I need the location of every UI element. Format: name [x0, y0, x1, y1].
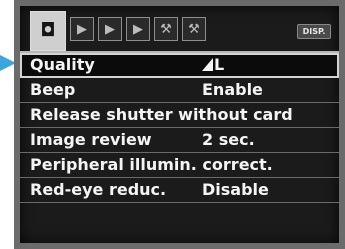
tab-shooting[interactable]: ◘ — [30, 11, 66, 51]
menu-tab-bar: ◘ ▶ ▶ ▶ ⚒ ⚒ — [30, 11, 330, 51]
menu-item-label: Beep — [30, 80, 76, 99]
menu-item-value: Disable — [202, 180, 269, 199]
play-2-icon: ▶ — [105, 21, 115, 37]
menu-list: Quality L Beep Enable Release shutter wi… — [20, 51, 339, 203]
menu-item-quality[interactable]: Quality L — [20, 53, 339, 78]
play-3-icon: ▶ — [133, 21, 143, 37]
tab-playback-2[interactable]: ▶ — [98, 17, 122, 41]
tool-2-icon: ⚒ — [188, 21, 200, 37]
camera-icon: ◘ — [40, 20, 56, 41]
menu-item-peripheral-illumin-correct[interactable]: Peripheral illumin. correct. — [20, 153, 339, 178]
tab-playback-1[interactable]: ▶ — [70, 17, 94, 41]
menu-item-value: Enable — [202, 80, 263, 99]
menu-item-label: Image review — [30, 130, 152, 149]
menu-item-label: Red-eye reduc. — [30, 180, 167, 199]
tool-icon: ⚒ — [160, 21, 172, 37]
menu-item-image-review[interactable]: Image review 2 sec. — [20, 128, 339, 153]
menu-item-label: Peripheral illumin. correct. — [30, 155, 273, 174]
tab-playback-3[interactable]: ▶ — [126, 17, 150, 41]
menu-item-value: L — [202, 53, 224, 77]
disp-button[interactable]: DISP. — [297, 24, 331, 39]
menu-item-red-eye-reduc[interactable]: Red-eye reduc. Disable — [20, 178, 339, 203]
menu-item-beep[interactable]: Beep Enable — [20, 78, 339, 103]
menu-item-label: Quality — [30, 55, 95, 74]
quality-fine-icon — [202, 58, 213, 71]
quality-size-value: L — [214, 55, 225, 74]
play-icon: ▶ — [77, 21, 87, 37]
tab-setup-2[interactable]: ⚒ — [182, 17, 206, 41]
menu-item-label: Release shutter without card — [30, 105, 293, 124]
tab-setup-1[interactable]: ⚒ — [154, 17, 178, 41]
menu-item-value: 2 sec. — [202, 130, 255, 149]
camera-lcd-frame: ◘ ▶ ▶ ▶ ⚒ ⚒ DISP. Quality L Beep Enable … — [14, 0, 345, 249]
menu-screen: ◘ ▶ ▶ ▶ ⚒ ⚒ DISP. Quality L Beep Enable … — [20, 6, 339, 243]
menu-item-release-shutter-without-card[interactable]: Release shutter without card — [20, 103, 339, 128]
